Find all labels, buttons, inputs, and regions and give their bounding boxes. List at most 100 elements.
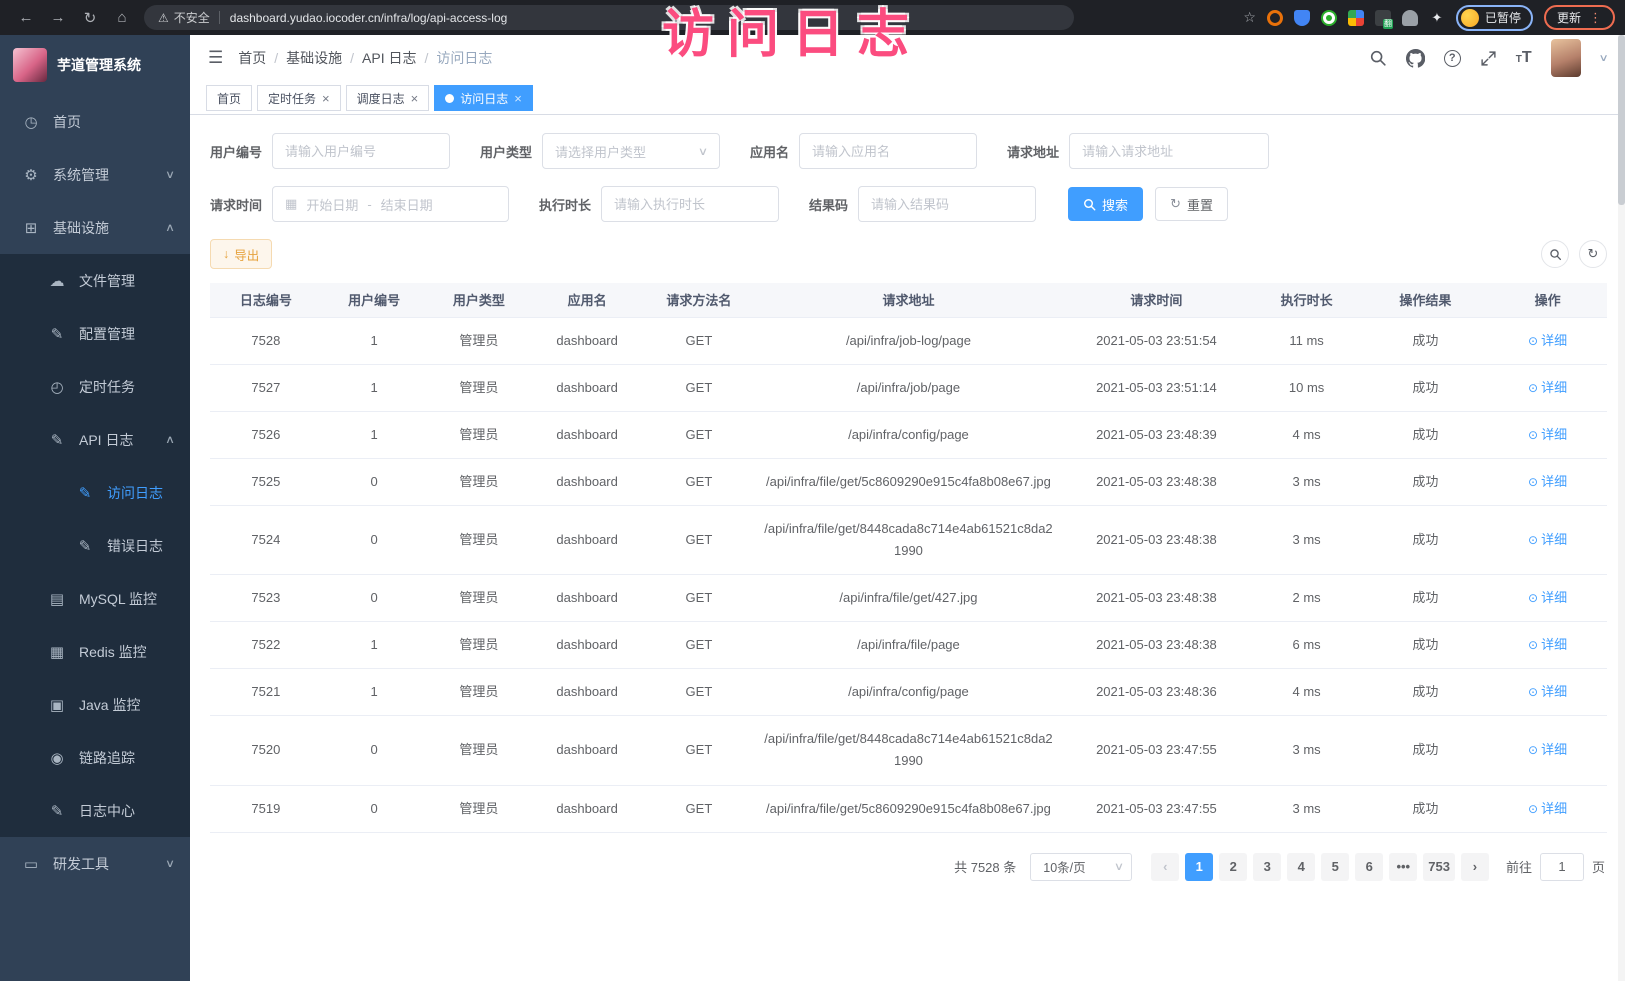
page-url[interactable]: dashboard.yudao.iocoder.cn/infra/log/api… — [230, 11, 508, 25]
cell-method: GET — [643, 364, 755, 411]
sidebar-item-trace[interactable]: ◉链路追踪 — [0, 731, 190, 784]
font-size-icon[interactable]: TT — [1516, 49, 1532, 67]
search-button[interactable]: 搜索 — [1068, 187, 1143, 221]
cell-id: 7521 — [210, 669, 322, 716]
breadcrumb-item[interactable]: API 日志 — [362, 48, 416, 68]
extensions-pin-icon[interactable]: ✦ — [1429, 10, 1445, 26]
sidebar-item-config[interactable]: ✎配置管理 — [0, 307, 190, 360]
extension-icon[interactable] — [1321, 10, 1337, 26]
sidebar-item-java[interactable]: ▣Java 监控 — [0, 678, 190, 731]
goto-page-input[interactable] — [1540, 853, 1584, 881]
github-icon[interactable] — [1406, 49, 1425, 68]
cell-method: GET — [643, 575, 755, 622]
scrollbar[interactable] — [1618, 35, 1625, 981]
page-button-5[interactable]: 5 — [1321, 853, 1349, 881]
page-button-4[interactable]: 4 — [1287, 853, 1315, 881]
detail-link[interactable]: ⊙详细 — [1528, 380, 1567, 395]
detail-link[interactable]: ⊙详细 — [1528, 590, 1567, 605]
scrollbar-thumb[interactable] — [1618, 35, 1625, 205]
sidebar-item-api-log[interactable]: ✎API 日志∧ — [0, 413, 190, 466]
close-icon[interactable]: × — [514, 92, 522, 105]
sidebar-item-home[interactable]: ◷首页 — [0, 95, 190, 148]
browser-forward-icon[interactable]: → — [42, 9, 74, 26]
detail-link[interactable]: ⊙详细 — [1528, 427, 1567, 442]
sidebar-item-access-log[interactable]: ✎访问日志 — [0, 466, 190, 519]
extension-translate-icon[interactable]: 翻 — [1375, 10, 1391, 26]
sidebar-item-system[interactable]: ⚙系统管理∨ — [0, 148, 190, 201]
prev-page-button[interactable]: ‹ — [1151, 853, 1179, 881]
detail-link[interactable]: ⊙详细 — [1528, 532, 1567, 547]
user-avatar[interactable] — [1551, 39, 1581, 77]
sidebar-item-error-log[interactable]: ✎错误日志 — [0, 519, 190, 572]
tab-调度日志[interactable]: 调度日志× — [346, 85, 430, 111]
page-size-select[interactable]: 10条/页∨ — [1030, 853, 1132, 881]
sidebar-item-devtools[interactable]: ▭研发工具∨ — [0, 837, 190, 890]
duration-input[interactable] — [601, 186, 779, 222]
detail-link[interactable]: ⊙详细 — [1528, 474, 1567, 489]
tab-访问日志[interactable]: 访问日志× — [434, 85, 533, 111]
sidebar-toggle-icon[interactable]: ☰ — [208, 48, 223, 68]
search-icon[interactable] — [1369, 49, 1387, 67]
chevron-down-icon[interactable]: ∨ — [1598, 53, 1608, 64]
extension-shield-icon[interactable] — [1294, 10, 1310, 26]
close-icon[interactable]: × — [322, 92, 330, 105]
tab-定时任务[interactable]: 定时任务× — [257, 85, 341, 111]
page-button-753[interactable]: 753 — [1423, 853, 1455, 881]
result-code-input[interactable] — [858, 186, 1036, 222]
profile-paused-badge[interactable]: 已暂停 — [1456, 5, 1533, 31]
browser-menu-icon[interactable]: ⋮ — [1589, 10, 1602, 26]
page-button-2[interactable]: 2 — [1219, 853, 1247, 881]
reset-button[interactable]: ↻ 重置 — [1155, 187, 1228, 221]
cell-method: GET — [643, 411, 755, 458]
eye-icon: ⊙ — [1528, 533, 1538, 547]
page-button-1[interactable]: 1 — [1185, 853, 1213, 881]
filter-label: 请求地址 — [1007, 142, 1059, 161]
chrome-update-button[interactable]: 更新 ⋮ — [1544, 5, 1615, 30]
user-type-select[interactable]: 请选择用户类型∨ — [542, 133, 720, 169]
sidebar-item-redis[interactable]: ▦Redis 监控 — [0, 625, 190, 678]
gear-icon: ⚙ — [20, 166, 42, 184]
hide-search-icon[interactable] — [1541, 240, 1569, 268]
close-icon[interactable]: × — [411, 92, 419, 105]
browser-back-icon[interactable]: ← — [10, 9, 42, 26]
sidebar-item-infra[interactable]: ⊞基础设施∧ — [0, 201, 190, 254]
address-bar[interactable]: ⚠ 不安全 dashboard.yudao.iocoder.cn/infra/l… — [144, 5, 1074, 30]
detail-link[interactable]: ⊙详细 — [1528, 684, 1567, 699]
browser-reload-icon[interactable]: ↻ — [74, 9, 106, 27]
browser-home-icon[interactable]: ⌂ — [106, 9, 138, 26]
bookmark-star-icon[interactable]: ☆ — [1243, 9, 1256, 26]
request-url-input[interactable] — [1069, 133, 1269, 169]
sidebar-item-file[interactable]: ☁文件管理 — [0, 254, 190, 307]
detail-link[interactable]: ⊙详细 — [1528, 801, 1567, 816]
logo-image — [13, 48, 47, 82]
refresh-table-icon[interactable]: ↻ — [1579, 240, 1607, 268]
user-id-input[interactable] — [272, 133, 450, 169]
extension-icon[interactable] — [1348, 10, 1364, 26]
detail-link[interactable]: ⊙详细 — [1528, 637, 1567, 652]
page-button-3[interactable]: 3 — [1253, 853, 1281, 881]
fullscreen-icon[interactable] — [1480, 50, 1497, 67]
breadcrumb-item[interactable]: 首页 — [238, 48, 266, 68]
extension-icon[interactable] — [1402, 10, 1418, 26]
cell-user_type: 管理员 — [427, 317, 532, 364]
next-page-button[interactable]: › — [1461, 853, 1489, 881]
filter-label: 结果码 — [809, 195, 848, 214]
extension-icon[interactable] — [1267, 10, 1283, 26]
tab-首页[interactable]: 首页 — [206, 85, 252, 111]
breadcrumb-item[interactable]: 基础设施 — [286, 48, 342, 68]
app-name-input[interactable] — [799, 133, 977, 169]
sidebar-item-job[interactable]: ◴定时任务 — [0, 360, 190, 413]
page-button-6[interactable]: 6 — [1355, 853, 1383, 881]
detail-link[interactable]: ⊙详细 — [1528, 333, 1567, 348]
breadcrumb-separator: / — [274, 50, 278, 66]
export-button[interactable]: ↓ 导出 — [210, 239, 272, 269]
request-time-daterange[interactable]: ▦开始日期-结束日期 — [272, 186, 509, 222]
page-ellipsis[interactable]: ••• — [1389, 853, 1417, 881]
sidebar-item-mysql[interactable]: ▤MySQL 监控 — [0, 572, 190, 625]
security-label[interactable]: 不安全 — [174, 9, 210, 26]
docs-help-icon[interactable]: ? — [1444, 50, 1461, 67]
column-header: 用户编号 — [322, 283, 427, 317]
sidebar-item-log-center[interactable]: ✎日志中心 — [0, 784, 190, 837]
app-logo[interactable]: 芋道管理系统 — [0, 35, 190, 95]
detail-link[interactable]: ⊙详细 — [1528, 742, 1567, 757]
